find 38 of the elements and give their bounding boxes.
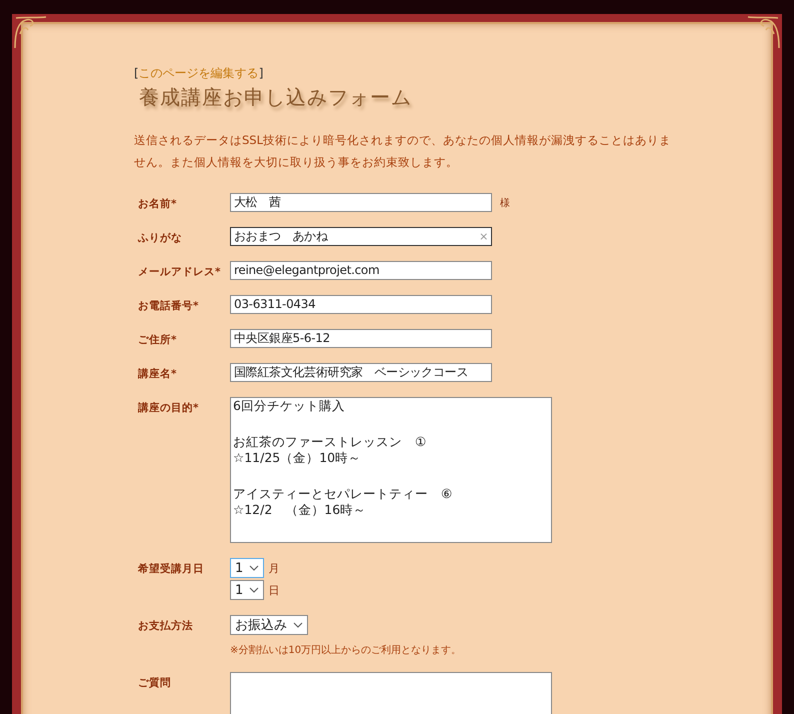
text-line: ☆12/2 （金）16時～: [233, 502, 368, 518]
text-line: 6回分チケット購入: [233, 398, 346, 414]
privacy-notice: 送信されるデータはSSL技術により暗号化されますので、あなたの個人情報が漏洩することはありません。また個人情報を大切に取り扱う事をお約束致します。: [134, 132, 672, 171]
field-label: ふりがな: [136, 231, 183, 245]
chevron-down-icon: [249, 565, 260, 571]
corner-ornament-drawing: [12, 14, 48, 50]
chevron-down-icon: [293, 622, 303, 628]
field-label: ご質問: [137, 676, 172, 690]
number-dropdown[interactable]: 1: [230, 558, 264, 578]
field-label: 希望受講月日: [136, 562, 205, 576]
field-label: お支払方法: [137, 618, 194, 633]
number-dropdown[interactable]: 1: [230, 580, 264, 600]
bracket: ]: [258, 66, 264, 80]
field-label: 講座の目的*: [136, 401, 200, 415]
unit-label: 日: [268, 582, 280, 598]
field-label: ご住所*: [137, 333, 178, 347]
text-input-field[interactable]: おおまつ あかね ×: [230, 227, 492, 246]
text-input-field[interactable]: 中央区銀座5-6-12: [230, 329, 492, 348]
text-input-field[interactable]: reine@elegantprojet.com: [230, 261, 492, 280]
field-label: お電話番号*: [137, 299, 200, 313]
unit-label: 月: [268, 560, 280, 576]
form-title: 養成講座お申し込みフォーム: [139, 84, 413, 111]
corner-ornament-drawing: [746, 14, 782, 50]
chevron-down-icon: [249, 587, 260, 593]
honorific-suffix: 様: [500, 196, 510, 210]
payment-note: ※分割払いは10万円以上からのご利用となります。: [230, 644, 462, 657]
textarea-field[interactable]: 6回分チケット購入 お紅茶のファーストレッスン ① ☆11/25（金）10時～ アイスティーとセパレートティー ⑥ ☆12/2 （金）16時～: [230, 397, 552, 543]
text-input-field[interactable]: 03-6311-0434: [230, 295, 492, 314]
text-line: アイスティーとセパレートティー ⑥: [233, 486, 454, 502]
bracket: [: [134, 66, 139, 80]
text-input-field[interactable]: 大松 茜: [230, 193, 492, 212]
payment-dropdown[interactable]: お振込み: [230, 615, 308, 635]
text-line: お紅茶のファーストレッスン ①: [233, 434, 428, 450]
field-label: 講座名*: [136, 367, 178, 381]
text-line: ☆11/25（金）10時～: [233, 450, 362, 466]
text-input-field[interactable]: 国際紅茶文化芸術研究家 ベーシックコース: [230, 363, 492, 382]
field-label: お名前*: [137, 197, 178, 211]
field-label: メールアドレス*: [137, 265, 222, 279]
